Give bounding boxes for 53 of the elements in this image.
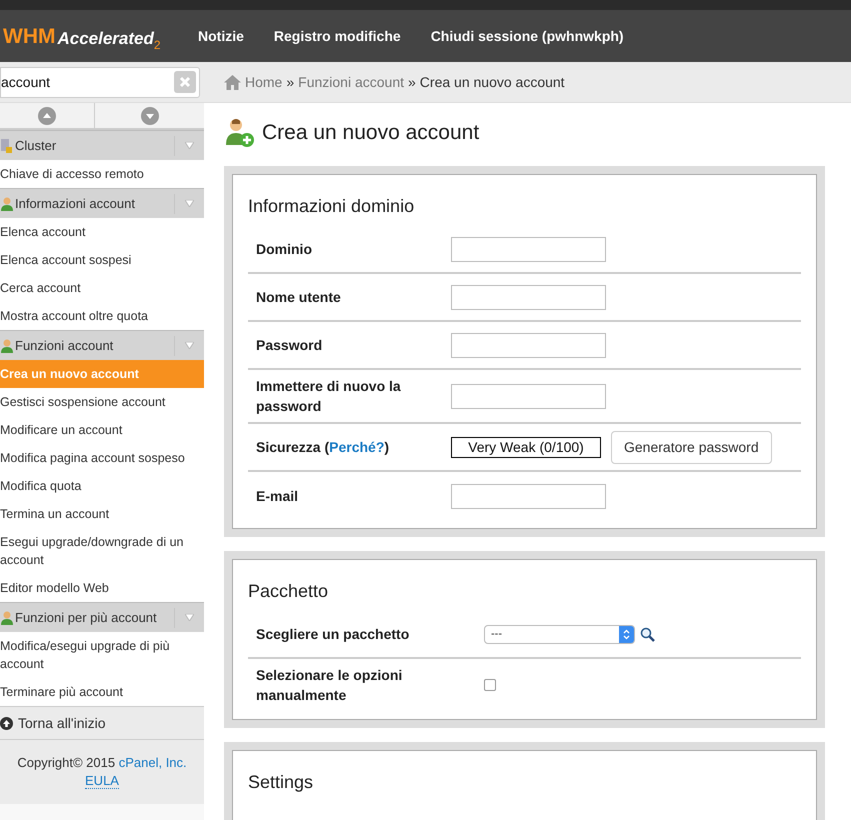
home-icon — [224, 74, 241, 90]
text-input[interactable] — [451, 236, 606, 262]
panel-heading: Pacchetto — [248, 580, 330, 603]
package-select[interactable]: --- — [484, 624, 635, 644]
field-label: Scegliere un pacchetto — [256, 625, 410, 644]
breadcrumb-separator: » — [286, 72, 294, 92]
search-icon[interactable] — [640, 626, 655, 642]
eula-link[interactable]: EULA — [85, 773, 119, 789]
breadcrumb-link[interactable]: Home — [245, 72, 282, 92]
user-icon — [0, 338, 13, 352]
field-label: Sicurezza (Perché?) — [256, 438, 390, 457]
copyright-text: Copyright© 2015 — [17, 755, 116, 770]
add-user-icon — [224, 117, 256, 149]
field-label: Dominio — [256, 240, 313, 259]
server-lock-icon — [0, 138, 13, 152]
sidebar-group-header[interactable]: Funzioni account — [0, 330, 204, 360]
nav-link[interactable]: Notizie — [198, 26, 244, 46]
clear-icon[interactable] — [174, 71, 196, 93]
panel-heading: Informazioni dominio — [248, 195, 416, 218]
breadcrumb-link[interactable]: Funzioni account — [298, 72, 404, 92]
user-icon — [0, 196, 13, 210]
field-label: Nome utente — [256, 288, 342, 307]
text-input[interactable] — [451, 484, 606, 508]
breadcrumb-separator: » — [408, 72, 416, 92]
field-label: E-mail — [256, 487, 300, 506]
sidebar-group-header[interactable]: Funzioni per più account — [0, 602, 204, 632]
expand-caret-icon — [185, 342, 194, 349]
back-to-top-link[interactable]: Torna all'inizio — [0, 706, 204, 740]
text-input[interactable] — [451, 384, 606, 408]
select-arrows-icon — [619, 626, 634, 642]
nav-link[interactable]: Registro modifiche — [274, 26, 401, 46]
why-link[interactable]: Perché? — [329, 439, 384, 455]
sidebar-group-header[interactable]: Informazioni account — [0, 188, 204, 218]
nav-link[interactable]: Chiudi sessione (pwhnwkph) — [430, 26, 624, 46]
breadcrumb-current: Crea un nuovo account — [420, 72, 565, 92]
search-field[interactable]: account — [0, 66, 200, 98]
expand-caret-icon — [185, 200, 194, 207]
expand-caret-icon — [185, 142, 194, 149]
checkbox[interactable] — [484, 679, 496, 691]
user-icon — [0, 610, 13, 624]
up-arrow-icon — [0, 716, 13, 730]
expand-caret-icon — [185, 614, 194, 621]
password-generator-button[interactable]: Generatore password — [611, 430, 772, 464]
text-input[interactable] — [451, 332, 606, 358]
field-label: Selezionare le opzioni manualmente — [256, 666, 404, 705]
strength-meter: Very Weak (0/100) — [451, 436, 601, 458]
field-label: Immettere di nuovo la password — [256, 377, 402, 416]
field-label: Password — [256, 336, 324, 355]
company-link[interactable]: cPanel, Inc. — [118, 755, 187, 770]
page-title: Crea un nuovo account — [262, 120, 480, 146]
panel-heading: Settings — [248, 771, 314, 794]
sidebar-group-header[interactable]: Cluster — [0, 130, 204, 160]
text-input[interactable] — [451, 284, 606, 310]
